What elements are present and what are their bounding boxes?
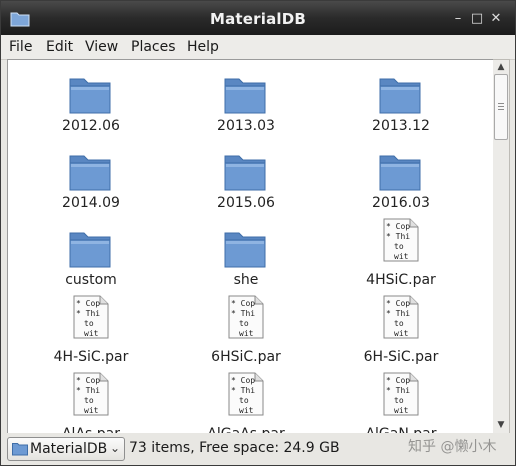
- text-file-icon: * Cop* Thitowit: [228, 295, 264, 339]
- svg-text:* Cop: * Cop: [231, 299, 255, 308]
- scroll-up-icon[interactable]: ▲: [493, 60, 509, 74]
- svg-text:to: to: [394, 242, 404, 251]
- svg-text:wit: wit: [239, 406, 254, 415]
- file-manager-window: MaterialDB – □ ✕ File Edit View Places H…: [0, 0, 516, 466]
- text-file-icon: * Cop* Thitowit: [228, 372, 264, 416]
- menu-bar: File Edit View Places Help: [1, 35, 515, 60]
- file-item[interactable]: * Cop * Thi to wit 6H-SiC.par: [326, 293, 476, 365]
- svg-text:* Cop: * Cop: [386, 376, 410, 385]
- svg-text:wit: wit: [84, 329, 99, 338]
- svg-text:to: to: [239, 396, 249, 405]
- svg-text:* Cop: * Cop: [386, 222, 410, 231]
- file-item[interactable]: * Cop * Thi to wit AlAs.par: [16, 370, 166, 434]
- svg-text:wit: wit: [394, 406, 409, 415]
- svg-text:to: to: [239, 319, 249, 328]
- folder-item[interactable]: 2012.06: [16, 62, 166, 134]
- file-item[interactable]: * Cop * Thi to wit AlGaN.par: [326, 370, 476, 434]
- folder-icon: [69, 155, 111, 191]
- folder-item[interactable]: 2014.09: [16, 139, 166, 211]
- item-label: 2013.12: [372, 118, 430, 134]
- svg-text:* Thi: * Thi: [76, 309, 100, 318]
- item-label: 2016.03: [372, 195, 430, 211]
- file-item[interactable]: * Cop * Thi to wit 6HSiC.par: [171, 293, 321, 365]
- folder-icon: [224, 232, 266, 268]
- svg-text:to: to: [394, 319, 404, 328]
- location-dropdown[interactable]: MaterialDB ⌄: [7, 437, 125, 461]
- folder-icon: [69, 232, 111, 268]
- menu-help[interactable]: Help: [187, 39, 219, 55]
- scrollbar-thumb[interactable]: [494, 74, 508, 140]
- folder-item[interactable]: she: [171, 216, 321, 288]
- text-file-icon: * Cop* Thitowit: [383, 372, 419, 416]
- folder-item[interactable]: 2013.12: [326, 62, 476, 134]
- text-file-icon: * Cop* Thitowit: [73, 372, 109, 416]
- svg-text:* Thi: * Thi: [231, 309, 255, 318]
- item-label: custom: [65, 272, 117, 288]
- watermark: 知乎 @懒小木: [408, 439, 497, 455]
- text-file-icon: * Cop* Thitowit: [383, 218, 419, 262]
- file-view[interactable]: 2012.06 2013.03 2013.12 2014.09 2015.06 2016.…: [7, 59, 495, 435]
- svg-text:wit: wit: [394, 252, 409, 261]
- svg-text:to: to: [394, 396, 404, 405]
- item-label: 2015.06: [217, 195, 275, 211]
- svg-text:* Cop: * Cop: [76, 376, 100, 385]
- text-file-icon: * Cop* Thitowit: [73, 295, 109, 339]
- item-label: 6H-SiC.par: [363, 349, 439, 365]
- close-icon[interactable]: ✕: [488, 11, 504, 27]
- item-label: 4H-SiC.par: [53, 349, 129, 365]
- window-title: MaterialDB: [209, 10, 307, 28]
- svg-text:* Cop: * Cop: [76, 299, 100, 308]
- file-item[interactable]: * Cop * Thi to wit AlGaAs.par: [171, 370, 321, 434]
- svg-text:wit: wit: [84, 406, 99, 415]
- item-label: she: [233, 272, 259, 288]
- svg-text:to: to: [84, 319, 94, 328]
- folder-icon: [69, 78, 111, 114]
- chevron-down-icon: ⌄: [109, 441, 120, 455]
- item-label: 2014.09: [62, 195, 120, 211]
- folder-icon: [224, 78, 266, 114]
- file-item[interactable]: * Cop * Thi to wit 4HSiC.par: [326, 216, 476, 288]
- item-label: 2013.03: [217, 118, 275, 134]
- svg-text:* Cop: * Cop: [231, 376, 255, 385]
- menu-edit[interactable]: Edit: [46, 39, 73, 55]
- item-label: 2012.06: [62, 118, 120, 134]
- vertical-scrollbar[interactable]: ▲ ▼: [493, 59, 510, 435]
- svg-text:wit: wit: [239, 329, 254, 338]
- menu-file[interactable]: File: [9, 39, 32, 55]
- svg-text:to: to: [84, 396, 94, 405]
- svg-text:* Thi: * Thi: [386, 386, 410, 395]
- svg-text:* Thi: * Thi: [231, 386, 255, 395]
- svg-text:* Cop: * Cop: [386, 299, 410, 308]
- svg-text:wit: wit: [394, 329, 409, 338]
- svg-text:* Thi: * Thi: [386, 232, 410, 241]
- item-label: 4HSiC.par: [366, 272, 436, 288]
- location-label: MaterialDB: [30, 441, 108, 457]
- item-label: 6HSiC.par: [211, 349, 281, 365]
- status-info: 73 items, Free space: 24.9 GB: [129, 440, 340, 456]
- folder-item[interactable]: 2015.06: [171, 139, 321, 211]
- menu-places[interactable]: Places: [131, 39, 176, 55]
- svg-text:* Thi: * Thi: [76, 386, 100, 395]
- file-item[interactable]: * Cop * Thi to wit 4H-SiC.par: [16, 293, 166, 365]
- maximize-icon[interactable]: □: [469, 11, 485, 27]
- folder-item[interactable]: 2013.03: [171, 62, 321, 134]
- scroll-down-icon[interactable]: ▼: [493, 418, 509, 432]
- menu-view[interactable]: View: [85, 39, 118, 55]
- folder-icon: [224, 155, 266, 191]
- folder-item[interactable]: custom: [16, 216, 166, 288]
- folder-icon: [379, 155, 421, 191]
- folder-item[interactable]: 2016.03: [326, 139, 476, 211]
- minimize-icon[interactable]: –: [450, 11, 466, 27]
- folder-icon: [12, 443, 28, 456]
- folder-icon: [379, 78, 421, 114]
- text-file-icon: * Cop* Thitowit: [383, 295, 419, 339]
- svg-text:* Thi: * Thi: [386, 309, 410, 318]
- title-bar[interactable]: MaterialDB – □ ✕: [1, 1, 515, 35]
